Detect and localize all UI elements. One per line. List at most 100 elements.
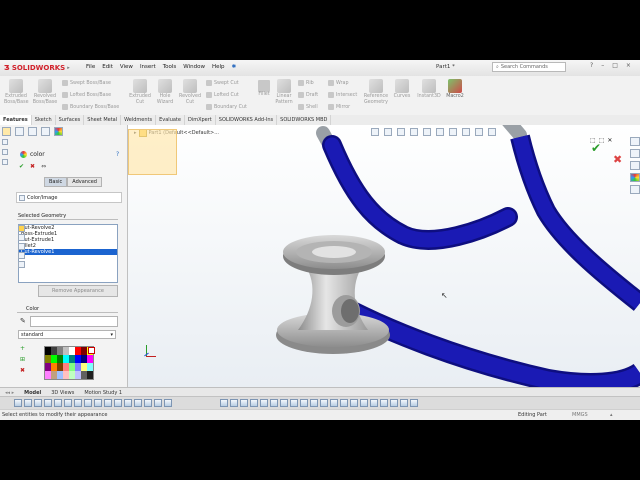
tab-model[interactable]: Model bbox=[19, 390, 46, 396]
basic-button[interactable]: Basic bbox=[44, 177, 68, 187]
toolbar-tool-icon[interactable] bbox=[94, 399, 102, 407]
toolbar-tool-icon[interactable] bbox=[340, 399, 348, 407]
hole-wizard-button[interactable]: Hole Wizard bbox=[154, 79, 176, 105]
toolbar-tool-icon[interactable] bbox=[350, 399, 358, 407]
toolbar-tool-icon[interactable] bbox=[270, 399, 278, 407]
selected-geometry-list[interactable]: Cut-Revolve2 Boss-Extrude1 Cut-Extrude1 … bbox=[18, 224, 118, 283]
reference-geometry-button[interactable]: Reference Geometry bbox=[362, 79, 390, 105]
boundary-boss-button[interactable]: Boundary Boss/Base bbox=[62, 104, 119, 110]
swept-boss-button[interactable]: Swept Boss/Base bbox=[62, 80, 111, 86]
face-filter-icon[interactable] bbox=[18, 234, 25, 241]
appearances-icon[interactable] bbox=[630, 173, 640, 182]
graphics-area[interactable]: ▸ Part1 (Default<<Default>... ⬚ ⬚ ✕ ✔ ✖ … bbox=[128, 125, 640, 387]
macro2-button[interactable]: Macro2 bbox=[444, 79, 466, 100]
cancel-button[interactable]: ✖ bbox=[30, 163, 35, 170]
tab-sketch[interactable]: Sketch bbox=[32, 115, 56, 125]
color-image-tab[interactable]: Color/Image bbox=[16, 192, 122, 203]
draft-button[interactable]: Draft bbox=[298, 92, 318, 98]
tab-motion-study[interactable]: Motion Study 1 bbox=[79, 390, 127, 396]
solidworks-logo[interactable]: ᴣ SOLIDWORKS ▸ bbox=[4, 62, 74, 74]
toolbar-tool-icon[interactable] bbox=[124, 399, 132, 407]
side-tool-icon[interactable] bbox=[2, 149, 8, 155]
toolbar-tool-icon[interactable] bbox=[360, 399, 368, 407]
toolbar-tool-icon[interactable] bbox=[114, 399, 122, 407]
toolbar-tool-icon[interactable] bbox=[370, 399, 378, 407]
color-swatch[interactable] bbox=[87, 363, 93, 371]
side-tool-icon[interactable] bbox=[2, 139, 8, 145]
section-view-icon[interactable] bbox=[410, 128, 418, 136]
file-explorer-icon[interactable] bbox=[630, 161, 640, 170]
delete-swatch-icon[interactable]: ✖ bbox=[20, 367, 25, 374]
toolbar-tool-icon[interactable] bbox=[240, 399, 248, 407]
previous-view-icon[interactable] bbox=[397, 128, 405, 136]
toolbar-tool-icon[interactable] bbox=[280, 399, 288, 407]
revolved-boss-button[interactable]: Revolved Boss/Base bbox=[32, 79, 58, 105]
toolbar-tool-icon[interactable] bbox=[64, 399, 72, 407]
zoom-area-icon[interactable] bbox=[384, 128, 392, 136]
toolbar-tool-icon[interactable] bbox=[250, 399, 258, 407]
tab-weldments[interactable]: Weldments bbox=[121, 115, 157, 125]
side-tool-icon[interactable] bbox=[2, 159, 8, 165]
menu-view[interactable]: View bbox=[120, 64, 133, 70]
save-swatch-icon[interactable]: ⊞ bbox=[20, 356, 25, 363]
ok-button[interactable]: ✔ bbox=[19, 163, 24, 170]
extruded-boss-button[interactable]: Extruded Boss/Base bbox=[4, 79, 29, 105]
tab-surfaces[interactable]: Surfaces bbox=[56, 115, 85, 125]
hide-show-icon[interactable] bbox=[449, 128, 457, 136]
menu-tools[interactable]: Tools bbox=[163, 64, 177, 70]
toolbar-tool-icon[interactable] bbox=[74, 399, 82, 407]
pin-icon[interactable]: ✱ bbox=[232, 64, 237, 70]
design-library-icon[interactable] bbox=[630, 149, 640, 158]
tab-addins[interactable]: SOLIDWORKS Add-Ins bbox=[216, 115, 278, 125]
eyedropper-icon[interactable]: ✎ bbox=[20, 317, 26, 325]
body-filter-icon[interactable] bbox=[18, 243, 25, 250]
remove-appearance-button[interactable]: Remove Appearance bbox=[38, 285, 118, 297]
tab-nav-arrows[interactable]: ◂◂ ▸ bbox=[0, 390, 19, 396]
toolbar-tool-icon[interactable] bbox=[390, 399, 398, 407]
toolbar-tool-icon[interactable] bbox=[310, 399, 318, 407]
color-swatch[interactable] bbox=[87, 355, 93, 363]
confirm-ok-icon[interactable]: ✔ bbox=[591, 141, 601, 155]
dimxpert-tab-icon[interactable] bbox=[41, 127, 50, 136]
revolved-cut-button[interactable]: Revolved Cut bbox=[178, 79, 202, 105]
confirm-cancel-icon[interactable]: ✖ bbox=[613, 153, 622, 166]
toolbar-tool-icon[interactable] bbox=[320, 399, 328, 407]
wrap-button[interactable]: Wrap bbox=[328, 80, 348, 86]
tab-dimxpert[interactable]: DimXpert bbox=[185, 115, 216, 125]
toolbar-tool-icon[interactable] bbox=[300, 399, 308, 407]
shell-button[interactable]: Shell bbox=[298, 104, 318, 110]
curves-button[interactable]: Curves bbox=[392, 79, 412, 100]
toolbar-tool-icon[interactable] bbox=[44, 399, 52, 407]
palette-select[interactable]: standard ▾ bbox=[18, 330, 116, 339]
property-tab-icon[interactable] bbox=[15, 127, 24, 136]
color-swatch-field[interactable] bbox=[30, 316, 118, 327]
zoom-fit-icon[interactable] bbox=[371, 128, 379, 136]
advanced-button[interactable]: Advanced bbox=[67, 177, 102, 187]
toolbar-tool-icon[interactable] bbox=[380, 399, 388, 407]
lofted-cut-button[interactable]: Lofted Cut bbox=[206, 92, 239, 98]
tab-mbd[interactable]: SOLIDWORKS MBD bbox=[277, 115, 332, 125]
toolbar-tool-icon[interactable] bbox=[220, 399, 228, 407]
linear-pattern-button[interactable]: Linear Pattern bbox=[272, 79, 296, 105]
toolbar-tool-icon[interactable] bbox=[54, 399, 62, 407]
minimize-button[interactable]: – bbox=[601, 62, 604, 69]
view-settings-icon[interactable] bbox=[488, 128, 496, 136]
toolbar-tool-icon[interactable] bbox=[24, 399, 32, 407]
boundary-cut-button[interactable]: Boundary Cut bbox=[206, 104, 247, 110]
config-tab-icon[interactable] bbox=[28, 127, 37, 136]
tab-features[interactable]: Features bbox=[0, 115, 32, 125]
stethoscope-model[interactable] bbox=[128, 125, 640, 387]
menu-edit[interactable]: Edit bbox=[102, 64, 113, 70]
feature-tree-tab-icon[interactable] bbox=[2, 127, 11, 136]
maximize-button[interactable]: □ bbox=[612, 62, 618, 69]
color-swatch[interactable] bbox=[87, 371, 93, 379]
toolbar-tool-icon[interactable] bbox=[14, 399, 22, 407]
toolbar-tool-icon[interactable] bbox=[164, 399, 172, 407]
toolbar-tool-icon[interactable] bbox=[144, 399, 152, 407]
help-icon[interactable]: ? bbox=[116, 151, 119, 158]
lofted-boss-button[interactable]: Lofted Boss/Base bbox=[62, 92, 111, 98]
pushpin-button[interactable]: ⇔ bbox=[41, 163, 46, 170]
tab-evaluate[interactable]: Evaluate bbox=[156, 115, 185, 125]
mirror-button[interactable]: Mirror bbox=[328, 104, 350, 110]
units-selector[interactable]: MMGS bbox=[572, 412, 588, 418]
